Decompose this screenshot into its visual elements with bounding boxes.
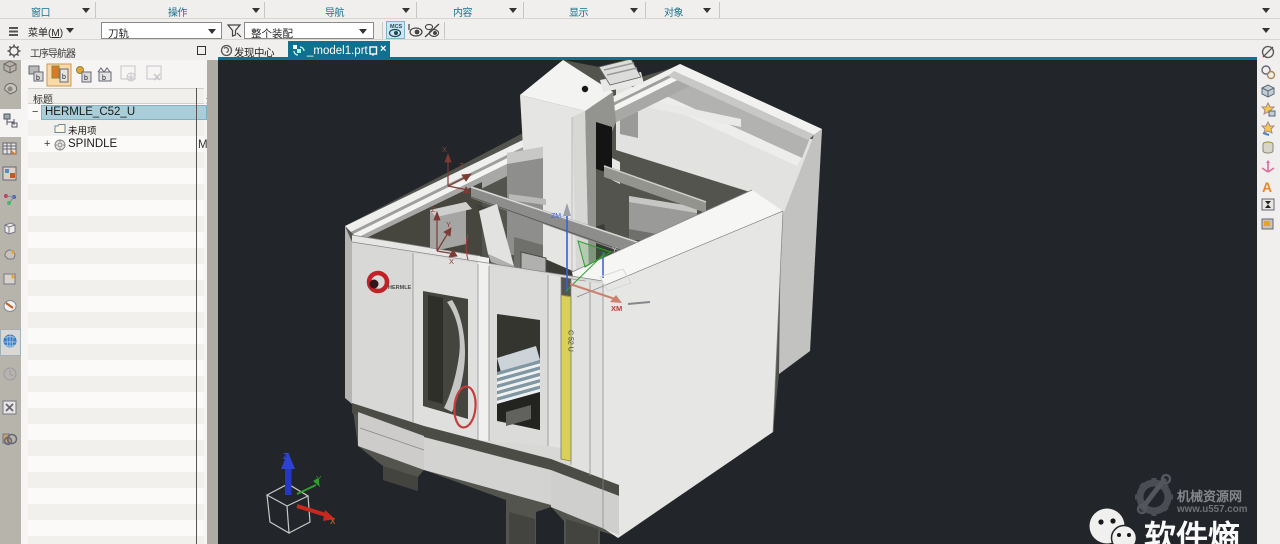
svg-text:www.u557.com: www.u557.com — [1176, 504, 1248, 515]
svg-text:机械资源网: 机械资源网 — [1177, 489, 1242, 504]
svg-text:Y: Y — [316, 475, 322, 484]
svg-text:Z: Z — [283, 452, 288, 461]
svg-text:XM: XM — [611, 304, 622, 313]
svg-text:Y: Y — [446, 220, 451, 229]
svg-text:ZM: ZM — [551, 213, 561, 220]
svg-text:X: X — [449, 257, 454, 266]
svg-text:A: A — [1262, 179, 1272, 195]
svg-text:Y: Y — [612, 245, 617, 254]
svg-text:b: b — [62, 74, 66, 81]
svg-text:b: b — [36, 75, 40, 82]
svg-text:b: b — [84, 75, 88, 82]
svg-text:X: X — [330, 517, 336, 526]
svg-text:HERMLE: HERMLE — [388, 285, 412, 291]
svg-text:C 52 U: C 52 U — [567, 330, 574, 352]
svg-text:Z: Z — [459, 161, 464, 170]
svg-text:软件熵: 软件熵 — [1144, 519, 1240, 544]
svg-text:X: X — [442, 145, 447, 154]
svg-text:b: b — [102, 75, 106, 82]
svg-text:Z: Z — [431, 205, 436, 214]
